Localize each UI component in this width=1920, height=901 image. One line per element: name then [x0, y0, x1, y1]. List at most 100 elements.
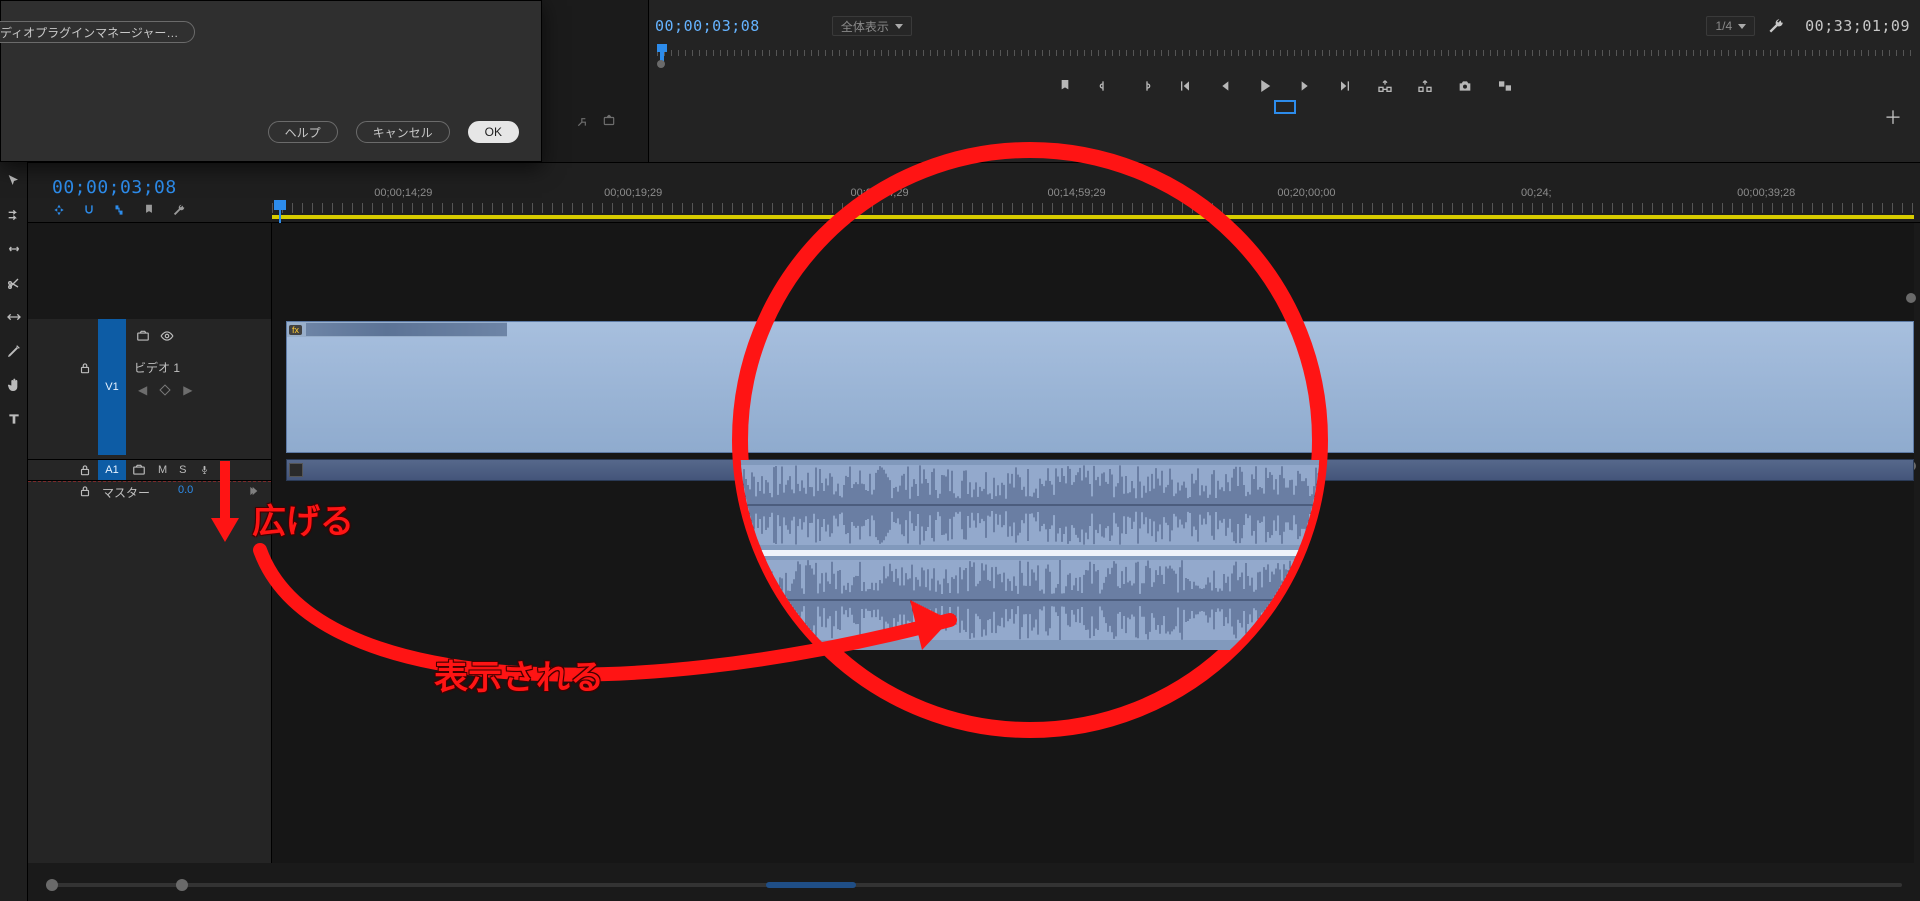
playback-resolution-dropdown[interactable]: 1/4 — [1706, 16, 1755, 36]
transport-controls — [649, 72, 1920, 100]
pen-tool-icon[interactable] — [5, 342, 23, 360]
add-keyframe-icon[interactable] — [160, 384, 171, 395]
solo-toggle[interactable]: S — [179, 464, 186, 476]
master-track-value[interactable]: 0.0 — [178, 484, 193, 496]
linked-selection-icon[interactable] — [112, 203, 126, 217]
zoom-track — [46, 883, 1902, 887]
program-timecode-right: 00;33;01;09 — [1805, 17, 1910, 35]
prev-keyframe-icon[interactable]: ◀ — [138, 383, 147, 397]
slip-tool-icon[interactable] — [5, 308, 23, 326]
clip-name-masked — [306, 323, 507, 336]
chevron-down-icon — [1738, 24, 1746, 29]
audio-clip[interactable] — [286, 459, 1914, 481]
timeline-header: 00;00;03;08 00;00;14;29 00;00;19;29 00;0… — [28, 163, 1920, 223]
track-headers: V1 ビデオ 1 ◀ ▶ A1 M S — [28, 223, 272, 863]
ruler-ticks — [272, 203, 1914, 213]
timeline-ruler[interactable]: 00;00;14;29 00;00;19;29 00;00;24;29 00;1… — [272, 187, 1914, 221]
program-monitor-panel: 00;00;03;08 全体表示 1/4 00;33;01;09 — [648, 0, 1920, 162]
timeline-tools — [0, 162, 28, 901]
add-marker-icon[interactable] — [1055, 76, 1075, 96]
snap-icon[interactable] — [82, 203, 96, 217]
ok-button[interactable]: OK — [468, 121, 519, 143]
timeline-header-icons — [52, 203, 186, 217]
keyframe-nav: ◀ ▶ — [138, 383, 192, 397]
playback-resolution-label: 1/4 — [1715, 19, 1732, 33]
insert-icon[interactable] — [576, 114, 590, 128]
lock-icon[interactable] — [78, 463, 92, 477]
source-panel-footer-icons — [576, 114, 616, 128]
toggle-track-output-icon[interactable] — [132, 463, 146, 477]
timeline-clip-area[interactable]: fx — [272, 223, 1914, 863]
timeline-zoom-bar[interactable] — [46, 879, 1902, 891]
lock-icon[interactable] — [78, 361, 92, 375]
work-area-bar[interactable] — [272, 215, 1914, 219]
extract-icon[interactable] — [1415, 76, 1435, 96]
audio-track-a1-header[interactable]: A1 M S — [28, 459, 271, 481]
lift-icon[interactable] — [1375, 76, 1395, 96]
mute-toggle[interactable]: M — [158, 464, 167, 476]
program-ruler — [657, 50, 1912, 56]
zoom-fit-label: 全体表示 — [841, 18, 889, 35]
track-select-tool-icon[interactable] — [5, 206, 23, 224]
ruler-label: 00;24; — [1521, 187, 1552, 199]
marker-header-icon[interactable] — [142, 203, 156, 217]
program-timebar[interactable] — [657, 44, 1912, 64]
a1-target-toggle[interactable]: A1 — [98, 460, 126, 480]
program-scroll-knob[interactable] — [657, 60, 665, 68]
zoom-knob-right[interactable] — [176, 879, 188, 891]
ruler-label: 00;00;14;29 — [374, 187, 432, 199]
timeline-panel: 00;00;03;08 00;00;14;29 00;00;19;29 00;0… — [28, 162, 1920, 901]
snapshot-icon[interactable] — [1455, 76, 1475, 96]
video-clip[interactable]: fx — [286, 321, 1914, 453]
button-editor-plus-icon[interactable]: ＋ — [1884, 104, 1902, 130]
audio-fx-badge[interactable] — [289, 463, 303, 477]
settings-wrench-icon[interactable] — [1767, 17, 1785, 35]
comparison-view-icon[interactable] — [1495, 76, 1515, 96]
v1-target-toggle[interactable]: V1 — [98, 319, 126, 455]
sequence-timecode[interactable]: 00;00;03;08 — [52, 177, 177, 198]
toggle-track-output-icon[interactable] — [136, 329, 150, 343]
mark-in-icon[interactable] — [1095, 76, 1115, 96]
ruler-label: 00;00;24;29 — [850, 187, 908, 199]
preferences-dialog: ーディオプラグインマネージャー… ヘルプ キャンセル OK — [0, 0, 542, 162]
timeline-settings-wrench-icon[interactable] — [172, 203, 186, 217]
help-button[interactable]: ヘルプ — [268, 121, 338, 143]
go-to-out-icon[interactable] — [1335, 76, 1355, 96]
lock-icon[interactable] — [78, 484, 92, 498]
zoom-knob-left[interactable] — [46, 879, 58, 891]
program-timecode-left[interactable]: 00;00;03;08 — [655, 17, 760, 35]
cancel-button[interactable]: キャンセル — [356, 121, 450, 143]
voiceover-mic-icon[interactable] — [199, 463, 210, 477]
selection-tool-icon[interactable] — [5, 172, 23, 190]
safe-margins-icon[interactable] — [1274, 100, 1296, 114]
razor-tool-icon[interactable] — [5, 274, 23, 292]
ripple-edit-tool-icon[interactable] — [5, 240, 23, 258]
step-back-icon[interactable] — [1215, 76, 1235, 96]
nest-sequence-icon[interactable] — [52, 203, 66, 217]
track-spacer — [28, 223, 271, 319]
step-forward-icon[interactable] — [1295, 76, 1315, 96]
transport-row2 — [649, 100, 1920, 124]
hand-tool-icon[interactable] — [5, 376, 23, 394]
master-track-name: マスター — [102, 484, 150, 501]
eye-icon[interactable] — [160, 329, 174, 343]
master-output-icon[interactable] — [248, 484, 262, 498]
next-keyframe-icon[interactable]: ▶ — [183, 383, 192, 397]
master-track-header[interactable]: マスター 0.0 — [28, 481, 271, 501]
video-track-v1-header[interactable]: V1 ビデオ 1 ◀ ▶ — [28, 319, 271, 455]
mark-out-icon[interactable] — [1135, 76, 1155, 96]
go-to-in-icon[interactable] — [1175, 76, 1195, 96]
ruler-ticklabels: 00;00;14;29 00;00;19;29 00;00;24;29 00;1… — [272, 187, 1914, 201]
program-playhead[interactable] — [657, 44, 667, 56]
audio-plugin-manager-button[interactable]: ーディオプラグインマネージャー… — [0, 21, 195, 43]
play-icon[interactable] — [1255, 76, 1275, 96]
type-tool-icon[interactable] — [5, 410, 23, 428]
playhead[interactable] — [273, 200, 287, 214]
vertical-scroll-knob[interactable] — [1906, 293, 1916, 303]
fx-badge[interactable]: fx — [289, 325, 302, 335]
zoom-fit-dropdown[interactable]: 全体表示 — [832, 16, 912, 36]
ruler-label: 00;14;59;29 — [1048, 187, 1106, 199]
export-frame-icon[interactable] — [602, 114, 616, 128]
zoom-scroll-thumb[interactable] — [766, 882, 856, 888]
timeline-tracks: V1 ビデオ 1 ◀ ▶ A1 M S — [28, 223, 1920, 863]
